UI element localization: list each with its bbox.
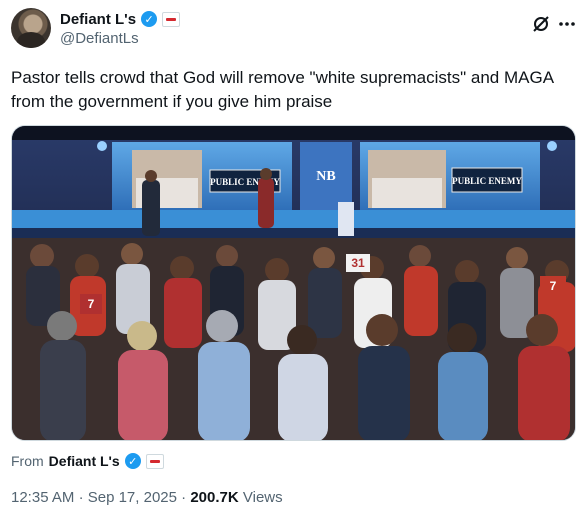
source-attribution: From Defiant L's ✓ bbox=[11, 452, 164, 470]
author-name-row: Defiant L's ✓ bbox=[60, 10, 181, 28]
author-display-name[interactable]: Defiant L's bbox=[60, 11, 136, 28]
jersey-number: 7 bbox=[550, 279, 557, 293]
video-frame: PUBLIC ENEMY NB PUBLIC ENEMY 7 31 7 bbox=[12, 126, 575, 440]
avatar[interactable] bbox=[11, 8, 51, 48]
grok-icon[interactable] bbox=[531, 14, 551, 34]
author-handle[interactable]: @DefiantLs bbox=[60, 30, 139, 47]
tweet-video[interactable]: PUBLIC ENEMY NB PUBLIC ENEMY 7 31 7 bbox=[11, 125, 576, 441]
source-prefix: From bbox=[11, 453, 44, 469]
tweet-meta: 12:35 AM · Sep 17, 2025 · 200.7K Views bbox=[11, 489, 283, 506]
more-options-icon[interactable] bbox=[557, 14, 577, 34]
affiliate-badge-icon[interactable] bbox=[145, 453, 164, 469]
affiliate-badge-icon[interactable] bbox=[162, 11, 181, 27]
views-count: 200.7K bbox=[190, 489, 239, 506]
tweet-date[interactable]: Sep 17, 2025 bbox=[88, 489, 177, 506]
verified-badge-icon[interactable]: ✓ bbox=[141, 11, 158, 27]
verified-badge-icon[interactable]: ✓ bbox=[124, 453, 141, 469]
podium-logo: NB bbox=[316, 169, 335, 184]
source-name[interactable]: Defiant L's bbox=[49, 453, 120, 469]
tweet-text: Pastor tells crowd that God will remove … bbox=[11, 68, 554, 111]
tweet-time[interactable]: 12:35 AM bbox=[11, 489, 74, 506]
meta-separator: · bbox=[78, 489, 84, 506]
views-label: Views bbox=[242, 489, 283, 506]
jersey-number: 7 bbox=[88, 297, 95, 311]
crowd bbox=[12, 238, 575, 440]
jersey-number: 31 bbox=[351, 256, 365, 270]
meta-separator: · bbox=[181, 489, 187, 506]
stage-sign-right: PUBLIC ENEMY bbox=[452, 176, 522, 186]
